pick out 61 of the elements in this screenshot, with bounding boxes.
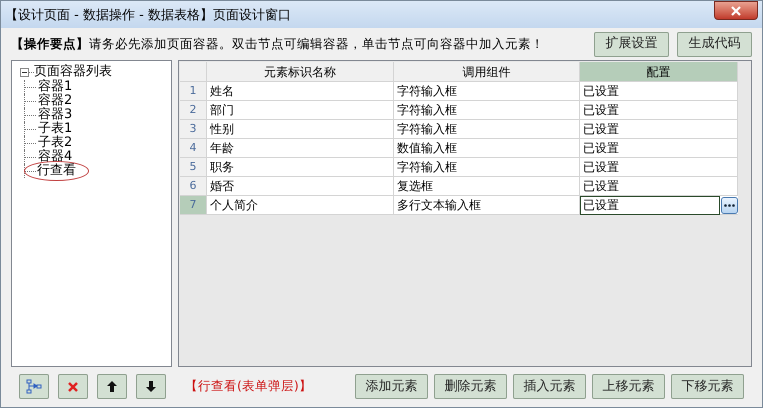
toolbar-button[interactable]: 生成代码 <box>677 32 752 56</box>
move-down-button[interactable] <box>136 374 166 399</box>
cell-input-field[interactable]: 已设置 <box>580 196 720 214</box>
collapse-icon[interactable] <box>20 68 29 76</box>
row-number[interactable]: 5 <box>180 158 207 177</box>
column-header[interactable]: 调用组件 <box>394 62 580 82</box>
arrow-down-icon <box>146 381 156 392</box>
window-title: 【设计页面 - 数据操作 - 数据表格】页面设计窗口 <box>5 7 291 25</box>
table-cell: 字符输入框 <box>394 120 580 139</box>
arrow-up-icon <box>107 381 117 392</box>
table-cell: 已设置 <box>580 101 738 120</box>
action-button[interactable]: 删除元素 <box>434 374 507 399</box>
ellipsis-button[interactable] <box>721 197 738 214</box>
current-container-label: 【行查看(表单弹层)】 <box>185 377 313 396</box>
row-number[interactable]: 4 <box>180 139 207 158</box>
tree-node[interactable]: 容器4 <box>36 150 74 164</box>
table-cell: 复选框 <box>394 177 580 196</box>
table-cell: 年龄 <box>207 139 394 158</box>
table-cell: 个人简介 <box>207 196 394 215</box>
action-button[interactable]: 下移元素 <box>671 374 744 399</box>
add-node-button[interactable] <box>19 374 49 399</box>
close-icon <box>67 380 79 392</box>
row-number[interactable]: 2 <box>180 101 207 120</box>
table-cell: 已设置 <box>580 158 738 177</box>
table-cell: 已设置 <box>580 177 738 196</box>
table-cell: 字符输入框 <box>394 82 580 101</box>
tree-node[interactable]: 子表1 <box>36 122 74 136</box>
tree-node[interactable]: 容器1 <box>36 80 74 94</box>
table-cell: 婚否 <box>207 177 394 196</box>
table-cell: 职务 <box>207 158 394 177</box>
toolbar-button[interactable]: 扩展设置 <box>594 32 669 56</box>
table-cell: 已设置 <box>580 82 738 101</box>
action-button[interactable]: 插入元素 <box>513 374 586 399</box>
table-cell: 姓名 <box>207 82 394 101</box>
close-button[interactable] <box>714 1 758 20</box>
close-icon <box>731 6 741 16</box>
tip-text: 【操作要点】请务必先添加页面容器。双击节点可编辑容器，单击节点可向容器中加入元素！ <box>11 34 544 53</box>
column-header[interactable]: 配置 <box>580 62 738 82</box>
action-button[interactable]: 上移元素 <box>592 374 665 399</box>
row-number[interactable]: 3 <box>180 120 207 139</box>
table-cell: 部门 <box>207 101 394 120</box>
table-cell: 性别 <box>207 120 394 139</box>
delete-button[interactable] <box>58 374 88 399</box>
tree-add-icon <box>26 378 42 394</box>
row-number[interactable]: 6 <box>180 177 207 196</box>
table-cell: 字符输入框 <box>394 101 580 120</box>
tree-node[interactable]: 页面容器列表 <box>34 64 112 80</box>
table-cell: 已设置 <box>580 120 738 139</box>
ellipsis-icon <box>724 204 735 207</box>
table-cell: 多行文本输入框 <box>394 196 580 215</box>
table-cell: 已设置 <box>580 139 738 158</box>
tree-node[interactable]: 子表2 <box>36 136 74 150</box>
tree-node[interactable]: 容器2 <box>36 94 74 108</box>
action-button[interactable]: 添加元素 <box>355 374 428 399</box>
move-up-button[interactable] <box>97 374 127 399</box>
table-cell: 字符输入框 <box>394 158 580 177</box>
table-cell: 数值输入框 <box>394 139 580 158</box>
tree-node[interactable]: 容器3 <box>36 108 74 122</box>
column-header[interactable]: 元素标识名称 <box>207 62 394 82</box>
row-number[interactable]: 1 <box>180 82 207 101</box>
circled-tree-node[interactable]: 行查看 <box>24 161 89 181</box>
